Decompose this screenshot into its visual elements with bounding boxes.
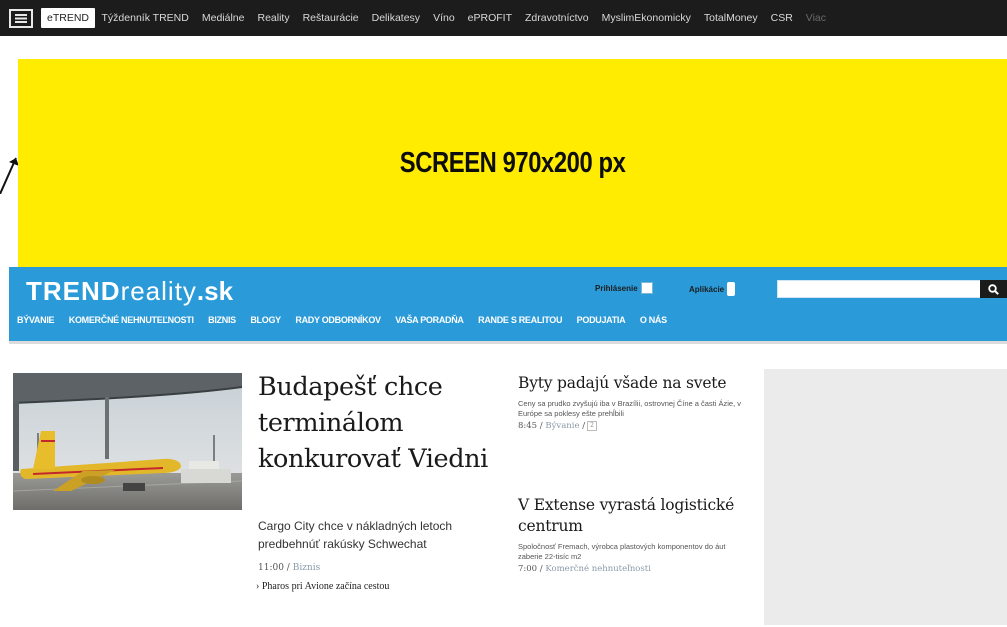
side-article-perex: Spoločnosť Fremach, výrobca plastových k… bbox=[518, 542, 726, 561]
ad-banner[interactable]: SCREEN 970x200 px bbox=[18, 59, 1007, 267]
nav-item-vasa-poradna[interactable]: Vaša poradňa bbox=[395, 315, 478, 325]
side-article-meta: 7:00 / Komerčné nehnuteľnosti bbox=[518, 564, 651, 574]
lead-related-label: Pharos pri Avione začína cestou bbox=[261, 581, 390, 592]
nav-item-podujatia[interactable]: Podujatia bbox=[577, 315, 640, 325]
side-article-category[interactable]: Komerčné nehnuteľnosti bbox=[545, 564, 651, 574]
lead-article-perex: Cargo City chce v nákladných letoch pred… bbox=[258, 519, 453, 551]
logo-part-sk: .sk bbox=[196, 276, 234, 306]
nav-item-blogy[interactable]: Blogy bbox=[250, 315, 295, 325]
comment-count-badge[interactable]: 2 bbox=[587, 421, 597, 431]
portal-link-etrend[interactable]: eTREND bbox=[41, 8, 96, 28]
portal-link-medialne[interactable]: Mediálne bbox=[195, 12, 251, 24]
logo-part-reality: reality bbox=[120, 276, 197, 306]
side-article: Byty padajú všade na svete Ceny sa prudk… bbox=[518, 373, 748, 431]
portal-link-csr[interactable]: CSR bbox=[764, 12, 799, 24]
nav-item-rady-odbornikov[interactable]: Rady odborníkov bbox=[295, 315, 395, 325]
search-button[interactable] bbox=[980, 280, 1007, 298]
lead-article-time: 11:00 bbox=[258, 563, 284, 573]
phone-icon bbox=[727, 282, 736, 296]
portal-link-eprofit[interactable]: ePROFIT bbox=[461, 12, 518, 24]
lead-related-link[interactable]: › Pharos pri Avione začína cestou bbox=[256, 581, 389, 592]
side-article: V Extense vyrastá logistické centrum Spo… bbox=[518, 495, 748, 574]
portal-link-totalmoney[interactable]: TotalMoney bbox=[697, 12, 764, 24]
side-article-meta: 8:45 / Bývanie /2 bbox=[518, 421, 748, 431]
login-icon bbox=[640, 282, 653, 294]
cargo-plane-photo bbox=[13, 373, 242, 510]
header-divider bbox=[9, 341, 1007, 344]
side-article-title[interactable]: Byty padajú všade na svete bbox=[518, 373, 748, 394]
side-article-perex: Ceny sa prudko zvyšujú iba v Brazílii, o… bbox=[518, 399, 742, 418]
nav-item-o-nas[interactable]: O nás bbox=[640, 315, 682, 325]
lead-article-category[interactable]: Biznis bbox=[293, 563, 321, 573]
menu-icon[interactable] bbox=[9, 8, 33, 28]
banner-text: SCREEN 970x200 px bbox=[399, 146, 626, 179]
side-article-time: 8:45 bbox=[518, 421, 538, 431]
portal-link-restauracie[interactable]: Reštaurácie bbox=[296, 12, 365, 24]
login-link[interactable]: Prihlásenie bbox=[595, 282, 653, 294]
portal-link-zdravotnictvo[interactable]: Zdravotníctvo bbox=[519, 12, 596, 24]
portal-link-delikatesy[interactable]: Delikatesy bbox=[365, 12, 426, 24]
portal-link-myslimekonomicky[interactable]: MyslimEkonomicky bbox=[595, 12, 697, 24]
search-icon bbox=[988, 283, 999, 295]
login-label: Prihlásenie bbox=[595, 283, 638, 293]
portal-links: eTREND Týždenník TREND Mediálne Reality … bbox=[41, 8, 833, 28]
nav-item-byvanie[interactable]: Bývanie bbox=[17, 315, 69, 325]
main-nav: Bývanie Komerčné nehnuteľnosti Biznis Bl… bbox=[17, 315, 681, 325]
apps-label: Aplikácie bbox=[689, 284, 725, 294]
side-article-category[interactable]: Bývanie bbox=[545, 421, 579, 431]
apps-link[interactable]: Aplikácie bbox=[689, 282, 736, 296]
side-article-title[interactable]: V Extense vyrastá logistické centrum bbox=[518, 495, 748, 537]
portal-bar: eTREND Týždenník TREND Mediálne Reality … bbox=[0, 0, 1007, 36]
portal-link-reality[interactable]: Reality bbox=[251, 12, 296, 24]
nav-item-rande-s-realitou[interactable]: Rande s realitou bbox=[478, 315, 577, 325]
portal-link-tyzdennik-trend[interactable]: Týždenník TREND bbox=[95, 12, 195, 24]
search-input[interactable] bbox=[777, 280, 988, 298]
site-header: TRENDreality.sk Prihlásenie Aplikácie Bý… bbox=[9, 267, 1007, 341]
ad-placeholder[interactable] bbox=[764, 369, 1007, 625]
lead-article-title[interactable]: Budapešť chce terminálom konkurovať Vied… bbox=[258, 369, 508, 477]
lead-article-meta: 11:00 / Biznis bbox=[258, 563, 321, 573]
lead-article-image[interactable] bbox=[13, 373, 242, 510]
portal-link-vino[interactable]: Víno bbox=[427, 12, 462, 24]
portal-link-viac[interactable]: Viac bbox=[799, 12, 832, 24]
side-article-time: 7:00 bbox=[518, 564, 538, 574]
logo-part-trend: TREND bbox=[26, 276, 121, 306]
site-logo[interactable]: TRENDreality.sk bbox=[26, 276, 233, 306]
nav-item-komercne-nehnutelnosti[interactable]: Komerčné nehnuteľnosti bbox=[69, 315, 208, 325]
nav-item-biznis[interactable]: Biznis bbox=[208, 315, 250, 325]
